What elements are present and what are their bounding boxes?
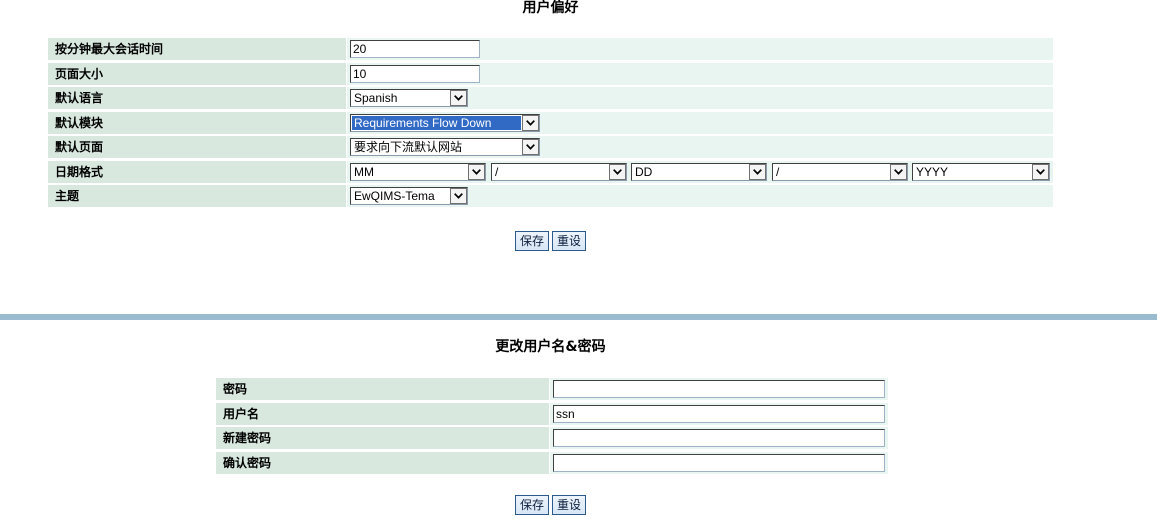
- date-format-month-select[interactable]: MM: [350, 162, 486, 181]
- confirm-password-cell: [550, 451, 888, 474]
- date-format-separator2-value: /: [776, 164, 780, 179]
- password-input[interactable]: [553, 380, 885, 398]
- default-page-cell: 要求向下流默认网站: [347, 136, 1053, 158]
- date-format-cell: MM / DD / YYYY: [347, 160, 1053, 183]
- theme-label: 主题: [48, 185, 346, 207]
- default-module-select[interactable]: Requirements Flow Down: [350, 113, 540, 132]
- default-language-row: 默认语言 Spanish: [48, 87, 1053, 109]
- date-format-day-select[interactable]: DD: [631, 162, 767, 181]
- new-password-cell: [550, 427, 888, 450]
- confirm-password-row: 确认密码: [216, 451, 888, 474]
- session-timeout-cell: [347, 38, 1053, 60]
- chevron-down-icon[interactable]: [609, 163, 626, 180]
- save-preferences-button[interactable]: 保存: [515, 231, 549, 251]
- chevron-down-icon[interactable]: [749, 163, 766, 180]
- theme-row: 主题 EwQIMS-Tema: [48, 185, 1053, 207]
- preferences-title: 用户偏好: [522, 0, 579, 16]
- password-row: 密码: [216, 378, 888, 400]
- default-module-label: 默认模块: [48, 111, 346, 134]
- date-format-label: 日期格式: [48, 160, 346, 183]
- default-module-cell: Requirements Flow Down: [347, 111, 1053, 134]
- default-language-select[interactable]: Spanish: [350, 89, 468, 107]
- date-format-year-value: YYYY: [916, 164, 949, 179]
- reset-account-button[interactable]: 重设: [552, 495, 586, 515]
- theme-value: EwQIMS-Tema: [354, 189, 435, 203]
- default-page-row: 默认页面 要求向下流默认网站: [48, 136, 1053, 158]
- chevron-down-icon[interactable]: [522, 139, 539, 155]
- password-label: 密码: [216, 378, 549, 400]
- date-format-separator1-value: /: [495, 164, 499, 179]
- new-password-label: 新建密码: [216, 427, 549, 450]
- date-format-year-select[interactable]: YYYY: [912, 162, 1050, 181]
- reset-preferences-button[interactable]: 重设: [552, 231, 586, 251]
- new-password-input[interactable]: [553, 429, 885, 448]
- default-language-label: 默认语言: [48, 87, 346, 109]
- theme-cell: EwQIMS-Tema: [347, 185, 1053, 207]
- date-format-row: 日期格式 MM / DD / YYYY: [48, 160, 1053, 183]
- date-format-separator1-select[interactable]: /: [491, 162, 627, 181]
- page-size-label: 页面大小: [48, 62, 346, 85]
- chevron-down-icon[interactable]: [450, 188, 467, 204]
- confirm-password-label: 确认密码: [216, 451, 549, 474]
- default-language-value: Spanish: [354, 91, 398, 105]
- username-row: 用户名: [216, 402, 888, 425]
- session-timeout-input[interactable]: [350, 40, 480, 58]
- save-account-button[interactable]: 保存: [515, 495, 549, 515]
- default-language-cell: Spanish: [347, 87, 1053, 109]
- preferences-form: 按分钟最大会话时间 页面大小 默认语言 Spanish 默认模块 Require…: [48, 38, 1053, 210]
- session-timeout-label: 按分钟最大会话时间: [48, 38, 346, 60]
- default-page-label: 默认页面: [48, 136, 346, 158]
- session-timeout-row: 按分钟最大会话时间: [48, 38, 1053, 60]
- default-page-select[interactable]: 要求向下流默认网站: [350, 138, 540, 156]
- confirm-password-input[interactable]: [553, 453, 885, 472]
- account-form: 密码 用户名 新建密码 确认密码: [216, 378, 888, 476]
- date-format-month-value: MM: [354, 164, 374, 179]
- default-module-row: 默认模块 Requirements Flow Down: [48, 111, 1053, 134]
- page-size-input[interactable]: [350, 64, 480, 83]
- default-page-value: 要求向下流默认网站: [354, 140, 463, 154]
- default-module-value: Requirements Flow Down: [352, 115, 521, 130]
- theme-select[interactable]: EwQIMS-Tema: [350, 187, 468, 205]
- username-input[interactable]: [553, 404, 885, 423]
- chevron-down-icon[interactable]: [890, 163, 907, 180]
- chevron-down-icon[interactable]: [450, 90, 467, 106]
- chevron-down-icon[interactable]: [1032, 163, 1049, 180]
- page-size-row: 页面大小: [48, 62, 1053, 85]
- username-cell: [550, 402, 888, 425]
- username-label: 用户名: [216, 402, 549, 425]
- page-size-cell: [347, 62, 1053, 85]
- password-cell: [550, 378, 888, 400]
- chevron-down-icon[interactable]: [522, 114, 539, 131]
- date-format-day-value: DD: [635, 164, 653, 179]
- account-title: 更改用户名&密码: [495, 339, 606, 355]
- date-format-separator2-select[interactable]: /: [772, 162, 908, 181]
- section-divider: [0, 314, 1157, 320]
- new-password-row: 新建密码: [216, 427, 888, 450]
- chevron-down-icon[interactable]: [468, 163, 485, 180]
